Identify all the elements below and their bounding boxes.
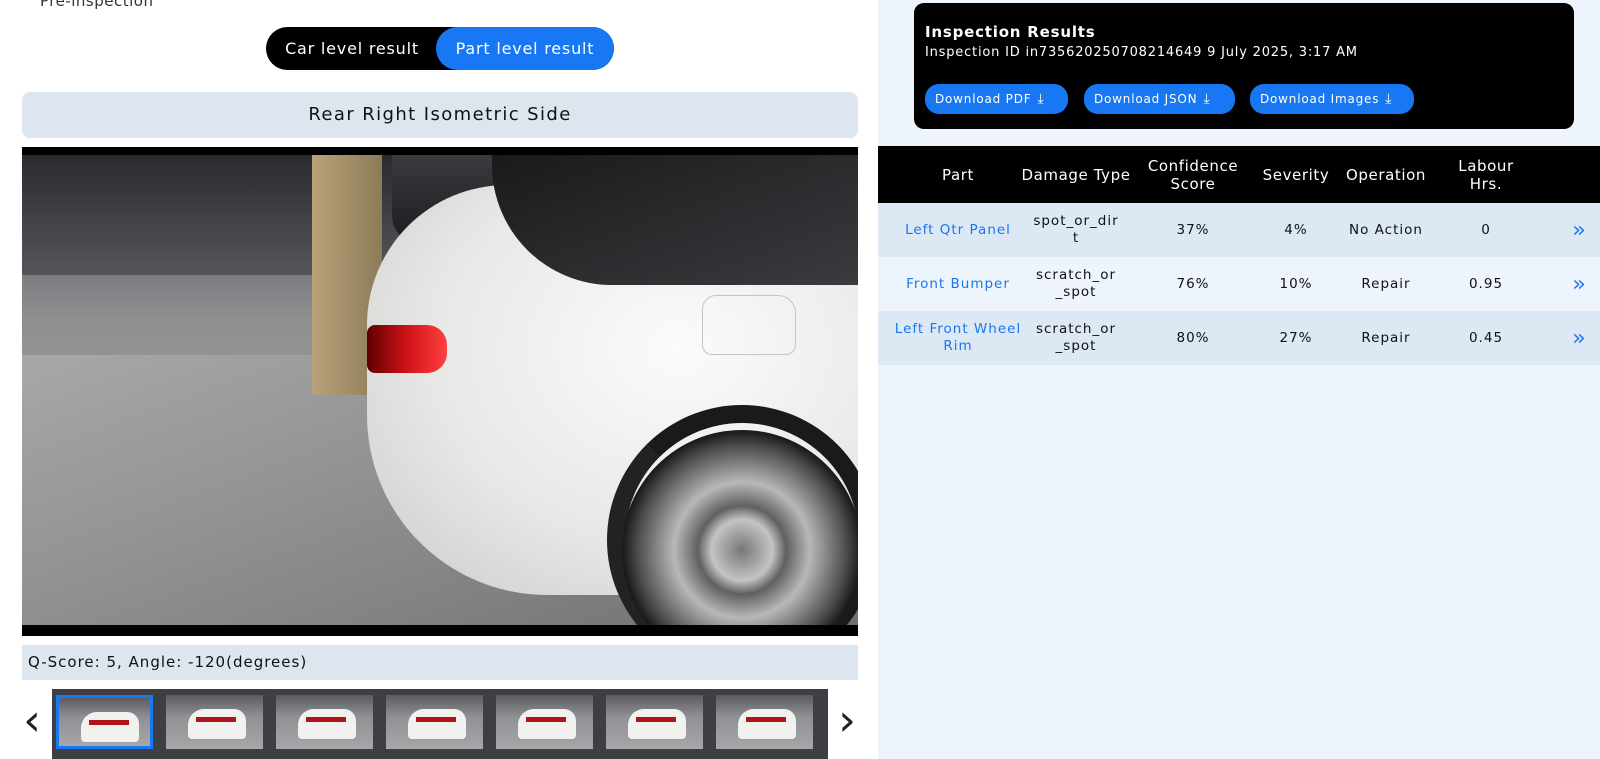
view-angle-title: Rear Right Isometric Side [22, 92, 858, 138]
header-severity: Severity [1262, 165, 1330, 184]
results-title: Inspection Results [925, 23, 1096, 41]
car-level-result-option[interactable]: Car level result [266, 27, 438, 70]
severity: 10% [1279, 275, 1313, 292]
table-row[interactable]: Front Bumper scratch_or_spot 76% 10% Rep… [878, 257, 1600, 311]
table-row[interactable]: Left Front Wheel Rim scratch_or_spot 80%… [878, 311, 1600, 365]
table-header: Part Damage Type Confidence Score Severi… [878, 146, 1600, 203]
damage-type: scratch_or_spot [1035, 267, 1117, 300]
thumbnail[interactable] [496, 695, 593, 749]
download-pdf-label: Download PDF [935, 92, 1032, 106]
part-name-link[interactable]: Left Front Wheel Rim [893, 311, 1023, 365]
main-inspection-photo [22, 147, 858, 636]
result-level-toggle[interactable]: Car level result Part level result [266, 27, 614, 70]
header-damage-type: Damage Type [1021, 165, 1131, 184]
double-chevron-right-icon[interactable]: ›› [1562, 257, 1592, 311]
damage-type: spot_or_dirt [1033, 213, 1119, 246]
left-pane: Pre-inspection Car level result Part lev… [0, 0, 878, 759]
part-level-result-option[interactable]: Part level result [436, 27, 614, 70]
download-icon: ⤓ [1037, 91, 1045, 107]
double-chevron-right-icon[interactable]: ›› [1562, 311, 1592, 365]
qscore-angle-info: Q-Score: 5, Angle: -120(degrees) [22, 645, 858, 680]
download-json-button[interactable]: Download JSON ⤓ [1084, 84, 1235, 114]
header-operation: Operation [1345, 165, 1427, 184]
operation: Repair [1361, 275, 1411, 292]
download-json-label: Download JSON [1094, 92, 1198, 106]
table-row[interactable]: Left Qtr Panel spot_or_dirt 37% 4% No Ac… [878, 203, 1600, 257]
car-rear-window [492, 155, 858, 285]
thumbnail[interactable] [716, 695, 813, 749]
damage-type: scratch_or_spot [1035, 321, 1117, 354]
right-pane: Inspection Results Inspection ID in73562… [878, 0, 1600, 759]
part-name-link[interactable]: Front Bumper [893, 257, 1023, 311]
download-icon: ⤓ [1385, 91, 1393, 107]
thumbnail[interactable] [166, 695, 263, 749]
operation: No Action [1349, 221, 1423, 238]
thumbnail-selected[interactable] [56, 695, 153, 749]
header-labour-hrs: Labour Hrs. [1458, 156, 1514, 193]
car-taillight [367, 325, 447, 373]
download-pdf-button[interactable]: Download PDF ⤓ [925, 84, 1068, 114]
header-confidence-score: Confidence Score [1147, 156, 1239, 193]
thumbnail[interactable] [386, 695, 483, 749]
download-icon: ⤓ [1203, 91, 1211, 107]
section-label: Pre-inspection [40, 0, 154, 10]
confidence-score: 37% [1176, 221, 1210, 238]
thumbnail[interactable] [276, 695, 373, 749]
labour-hours: 0 [1481, 221, 1491, 238]
thumbnail[interactable] [606, 695, 703, 749]
inspection-id-date: Inspection ID in735620250708214649 9 Jul… [925, 45, 1358, 60]
confidence-score: 80% [1176, 329, 1210, 346]
car-photo [22, 155, 858, 625]
download-images-button[interactable]: Download Images ⤓ [1250, 84, 1414, 114]
fuel-door [702, 295, 796, 355]
severity: 4% [1284, 221, 1308, 238]
part-name-link[interactable]: Left Qtr Panel [893, 203, 1023, 257]
severity: 27% [1279, 329, 1313, 346]
double-chevron-right-icon[interactable]: ›› [1562, 203, 1592, 257]
labour-hours: 0.95 [1468, 275, 1504, 292]
thumbnail-carousel [52, 689, 828, 759]
inspection-results-card: Inspection Results Inspection ID in73562… [914, 3, 1574, 129]
chevron-left-icon[interactable]: ‹ [17, 699, 47, 749]
labour-hours: 0.45 [1468, 329, 1504, 346]
confidence-score: 76% [1176, 275, 1210, 292]
chevron-right-icon[interactable]: › [832, 699, 862, 749]
header-part: Part [941, 165, 974, 184]
operation: Repair [1361, 329, 1411, 346]
download-images-label: Download Images [1260, 92, 1380, 106]
